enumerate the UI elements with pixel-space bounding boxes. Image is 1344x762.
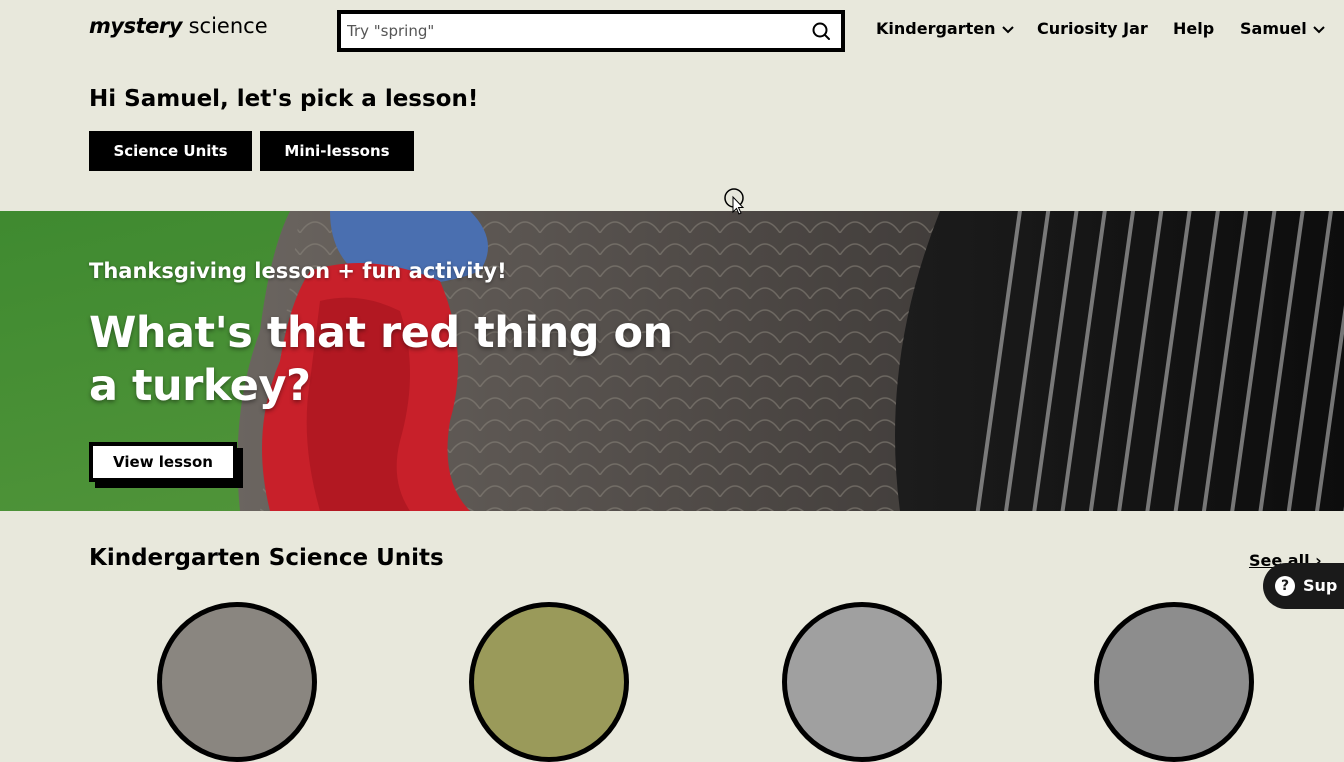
site-header: mystery science Kindergarten Curiosity J… — [0, 0, 1344, 60]
hero-eyebrow: Thanksgiving lesson + fun activity! — [89, 259, 507, 283]
support-button[interactable]: ? Sup — [1263, 563, 1344, 609]
search-box — [337, 10, 845, 52]
nav-user-menu[interactable]: Samuel — [1240, 18, 1325, 40]
chevron-down-icon — [1313, 25, 1325, 33]
nav-help[interactable]: Help — [1173, 18, 1214, 40]
view-lesson-button[interactable]: View lesson — [89, 442, 237, 482]
mini-lessons-button[interactable]: Mini-lessons — [260, 131, 414, 171]
search-input[interactable] — [347, 20, 797, 42]
nav-kindergarten-dropdown[interactable]: Kindergarten — [876, 18, 1014, 40]
greeting-heading: Hi Samuel, let's pick a lesson! — [89, 86, 479, 112]
unit-card-4[interactable] — [1094, 602, 1254, 762]
hero-title: What's that red thing on a turkey? — [89, 308, 673, 411]
science-units-button[interactable]: Science Units — [89, 131, 252, 171]
unit-card-1[interactable] — [157, 602, 317, 762]
help-question-icon: ? — [1275, 576, 1295, 596]
nav-curiosity-jar[interactable]: Curiosity Jar — [1037, 18, 1148, 40]
search-icon[interactable] — [811, 21, 831, 41]
unit-card-3[interactable] — [782, 602, 942, 762]
unit-card-2[interactable] — [469, 602, 629, 762]
mystery-science-logo[interactable]: mystery science — [89, 14, 268, 38]
hero-banner[interactable]: Thanksgiving lesson + fun activity! What… — [0, 211, 1344, 511]
units-section-heading: Kindergarten Science Units — [89, 545, 444, 571]
chevron-down-icon — [1001, 25, 1014, 33]
